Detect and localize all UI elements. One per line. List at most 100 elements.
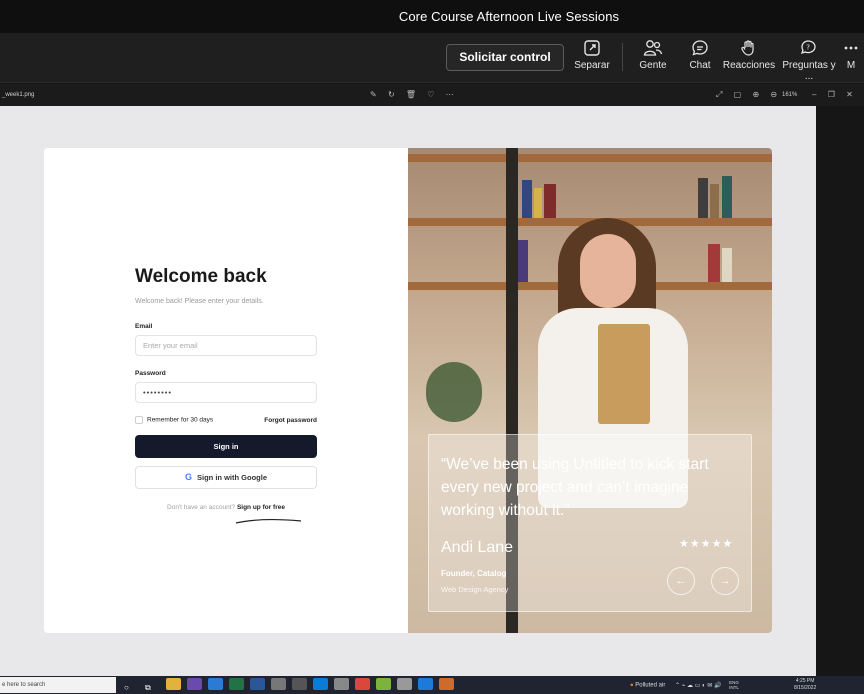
qa-button[interactable]: ? Preguntas y ... [777,39,841,82]
login-form-panel: Welcome back Welcome back! Please enter … [44,148,408,633]
sign-up-link[interactable]: Sign up for free [237,504,285,511]
word-icon[interactable] [250,678,265,690]
delete-icon[interactable]: 🗑 [406,90,416,99]
plant [426,362,482,422]
app-icon[interactable] [376,678,391,690]
language-indicator[interactable]: ENG INTL [729,680,739,690]
people-icon [643,40,663,56]
file-explorer-icon[interactable] [166,678,181,690]
zoom-in-icon[interactable]: ⊕ [752,90,759,99]
app-icon[interactable] [397,678,412,690]
clock-date: 8/15/2022 [794,685,817,691]
favorite-icon[interactable]: ♡ [427,90,434,99]
book [710,184,719,218]
remember-checkbox[interactable] [135,416,143,424]
taskbar-clock[interactable]: 4:25 PM 8/15/2022 [794,678,816,692]
meeting-toolbar: Solicitar control Separar Gente Chat Rea… [0,33,864,83]
restore-icon[interactable]: ❐ [828,90,835,99]
person-face [580,234,636,308]
shared-screen: Welcome back Welcome back! Please enter … [0,106,816,676]
teams-window: Core Course Afternoon Live Sessions Soli… [0,0,864,694]
arrow-right-icon: → [719,575,731,587]
testimonial-role: Founder, Catalog [441,569,507,578]
arrow-left-icon: ← [675,575,687,587]
rotate-icon[interactable]: ↻ [388,90,395,99]
weather-text[interactable]: Polluted air [635,683,665,689]
outlook-icon[interactable] [313,678,328,690]
viewer-actions: ✎ ↻ 🗑 ♡ ⋯ [370,90,463,99]
google-icon: G [184,472,192,482]
more-icon [844,46,858,50]
book [698,178,708,218]
testimonial-panel: “We’ve been using Untitled to kick start… [408,148,772,633]
file-name: _week1.png [2,92,35,98]
forgot-password-link[interactable]: Forgot password [264,417,317,424]
chrome-icon[interactable] [355,678,370,690]
book [544,184,556,218]
chat-icon [692,40,708,56]
teams-icon[interactable] [187,678,202,690]
app-icon[interactable] [439,678,454,690]
task-view-icon[interactable]: ⧉ [145,683,160,694]
more-button[interactable]: M [836,39,864,79]
testimonial-card: “We’ve been using Untitled to kick start… [428,434,752,612]
password-field[interactable]: •••••••• [135,382,317,403]
app-icon[interactable] [271,678,286,690]
region-code: INTL [729,685,739,690]
star-rating-icons: ★★★★★ [679,538,734,550]
pop-out-label: Separar [574,60,610,71]
expand-icon[interactable]: ⤢ [716,90,722,100]
zoom-out-icon[interactable]: ⊖ [770,90,777,99]
system-tray: ● Polluted air ⌃ ⌁ ☁ ▭ ◐ ✉ 🔊 ENG INTL [630,680,739,690]
window-controls: – ❐ ✕ [812,90,862,99]
welcome-subtitle: Welcome back! Please enter your details. [135,298,264,305]
cortana-icon[interactable]: ○ [124,683,139,694]
testimonial-quote: “We’ve been using Untitled to kick start… [441,456,709,519]
book [518,240,528,282]
qa-label: Preguntas y ... [782,60,836,82]
svg-text:?: ? [806,43,810,51]
windows-taskbar: e here to search ○ ⧉ ● Polluted air ⌃ ⌁ ☁… [0,676,864,694]
people-label: Gente [639,60,667,71]
no-account-text: Don't have an account? [167,504,236,511]
reactions-label: Reacciones [722,60,776,71]
weather-icon: ● [630,682,634,689]
prev-arrow-button[interactable]: ← [667,567,695,595]
remember-option[interactable]: Remember for 30 days [135,416,213,424]
side-strip [816,106,864,676]
fit-icon[interactable]: ▢ [734,90,742,99]
remember-label: Remember for 30 days [147,416,214,424]
remember-row: Remember for 30 days Forgot password [135,416,317,424]
zoom-level: 161% [782,92,798,98]
pop-out-button[interactable]: Separar [560,39,624,79]
google-sign-in-button[interactable]: G Sign in with Google [135,466,317,489]
taskbar-search-input[interactable]: e here to search [0,677,116,693]
browser-icon[interactable] [208,678,223,690]
excel-icon[interactable] [229,678,244,690]
next-arrow-button[interactable]: → [711,567,739,595]
vscode-icon[interactable] [418,678,433,690]
app-icon[interactable] [292,678,307,690]
book [534,188,542,218]
handwritten-underline [235,519,302,524]
edit-icon[interactable]: ✎ [370,90,377,99]
password-label: Password [135,370,166,377]
testimonial-company: Web Design Agency [441,585,509,594]
minimize-icon[interactable]: – [812,90,816,99]
book [722,176,732,218]
reactions-button[interactable]: Reacciones [717,39,781,79]
tray-icons[interactable]: ⌃ ⌁ ☁ ▭ ◐ ✉ 🔊 [675,683,721,689]
welcome-title: Welcome back [135,266,267,287]
bookshelf-top [408,154,772,162]
app-icon[interactable] [334,678,349,690]
request-control-button[interactable]: Solicitar control [446,44,564,71]
book [522,180,532,218]
email-field[interactable]: Enter your email [135,335,317,356]
close-icon[interactable]: ✕ [846,90,853,99]
qa-icon: ? [800,40,816,54]
login-form: Welcome back Welcome back! Please enter … [135,266,317,511]
sign-in-button[interactable]: Sign in [135,435,317,458]
book [722,248,732,282]
clock-time: 4:25 PM [795,678,815,684]
ellipsis-icon[interactable]: ⋯ [446,90,454,99]
